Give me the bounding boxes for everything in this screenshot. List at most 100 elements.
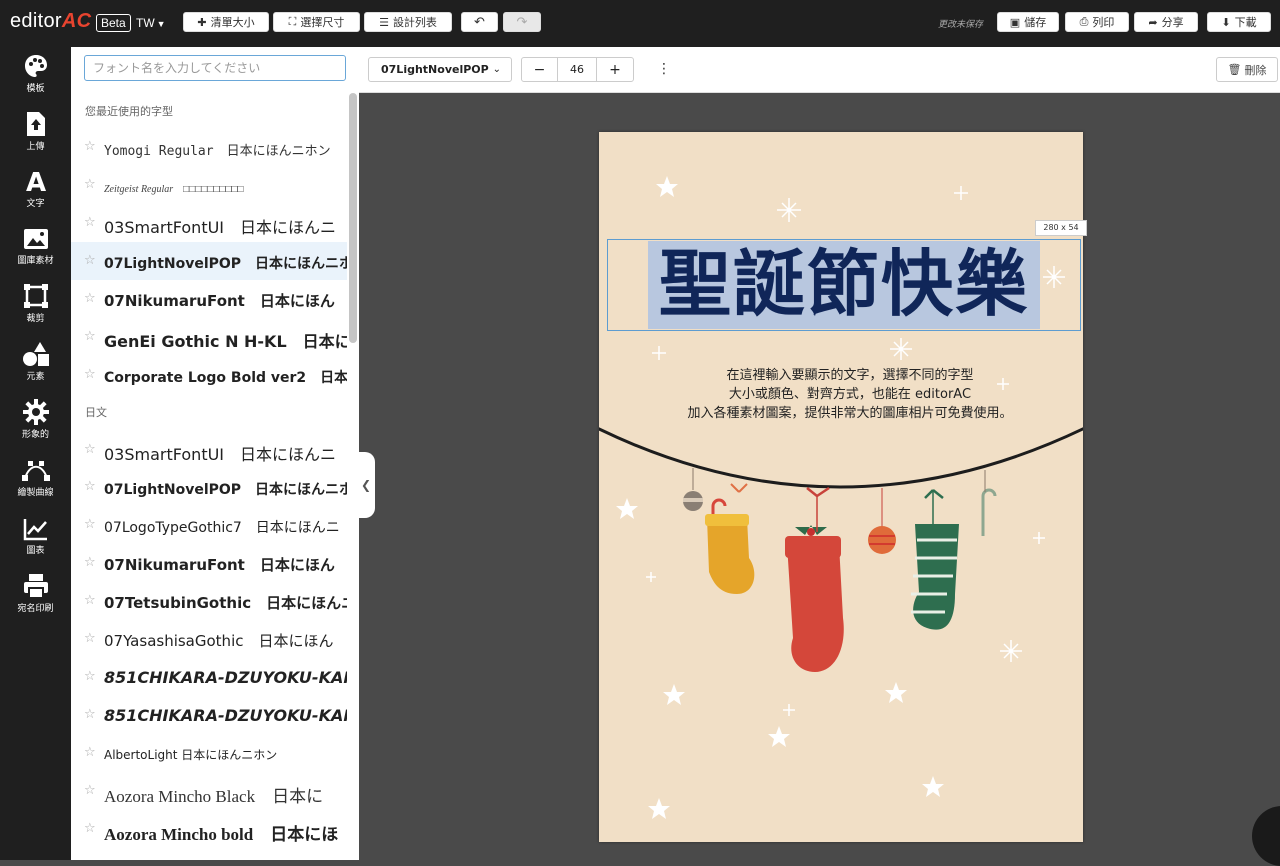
star-icon[interactable]: ☆ <box>84 367 96 382</box>
font-item[interactable]: ☆ 851CHIKARA-DZUYOKU-KANA <box>71 658 347 696</box>
sidebar-item-crop[interactable]: 裁剪 <box>0 283 71 324</box>
font-item[interactable]: ☆ 03SmartFontUI 日本にほんニ <box>71 431 347 469</box>
font-item[interactable]: ☆ 07LogoTypeGothic7 日本にほんニ <box>71 506 347 544</box>
share-button[interactable]: ➦ 分享 <box>1134 12 1198 32</box>
sidebar-item-draw-curve[interactable]: 繪製曲線 <box>0 459 71 498</box>
star-icon[interactable]: ☆ <box>84 631 96 646</box>
select-size-label: 選擇尺寸 <box>300 16 345 29</box>
sidebar-label: 圖庫素材 <box>17 256 54 266</box>
sidebar-item-image-effects[interactable]: 形象的 <box>0 399 71 440</box>
font-item-label: GenEi Gothic N H-KL 日本に <box>104 332 347 351</box>
star-icon[interactable]: ☆ <box>84 177 96 192</box>
gear-icon <box>22 399 49 425</box>
star-icon[interactable]: ☆ <box>84 215 96 230</box>
star-icon[interactable]: ☆ <box>84 139 96 154</box>
save-button[interactable]: ▣ 儲存 <box>997 12 1059 32</box>
language-select[interactable]: TW ▼ <box>136 16 166 30</box>
sidebar-label: 元素 <box>26 372 45 382</box>
star-icon[interactable]: ☆ <box>84 783 96 798</box>
star-icon[interactable]: ☆ <box>84 479 96 494</box>
delete-button[interactable]: 🗑 刪除 <box>1216 57 1278 82</box>
star-icon[interactable]: ☆ <box>84 593 96 608</box>
font-item[interactable]: ☆ Zeitgeist Regular □□□□□□□□□□ <box>71 166 347 204</box>
font-family-select[interactable]: 07LightNovelPOP ⌄ <box>368 57 512 82</box>
font-item[interactable]: ☆ Yomogi Regular 日本にほんニホン <box>71 128 347 166</box>
undo-button[interactable]: ↶ <box>461 12 498 32</box>
sidebar-label: 上傳 <box>26 142 45 152</box>
collapse-panel-button[interactable]: ❮ <box>357 452 375 518</box>
font-item-label: 03SmartFontUI 日本にほんニ <box>104 445 337 464</box>
font-item[interactable]: ☆ 07LightNovelPOP 日本にほんニホ <box>71 468 347 506</box>
editorac-logo[interactable]: editorAC <box>10 10 91 33</box>
font-item-selected[interactable]: ☆ 07LightNovelPOP 日本にほんニホ <box>71 242 347 280</box>
star-icon[interactable]: ☆ <box>84 442 96 457</box>
font-item-label: 07NikumaruFont 日本にほん <box>104 292 335 310</box>
font-item[interactable]: ☆ 07NikumaruFont 日本にほん <box>71 544 347 582</box>
left-icon-bar: 模板 上傳 A 文字 圖庫素材 裁剪 元素 形象的 繪製曲線 圖表 宛名印刷 <box>0 47 71 860</box>
select-size-button[interactable]: ⛶ 選擇尺寸 <box>273 12 360 32</box>
font-search-input[interactable]: フォント名を入力してください <box>84 55 346 81</box>
star-icon[interactable]: ☆ <box>84 555 96 570</box>
font-item[interactable]: ☆ GenEi Gothic N H-KL 日本に <box>71 318 347 356</box>
font-item-label: 07YasashisaGothic 日本にほん <box>104 632 334 650</box>
share-label: 分享 <box>1161 16 1184 29</box>
selection-box[interactable] <box>607 239 1081 331</box>
canvas-body-text[interactable]: 在這裡輸入要顯示的文字，選擇不同的字型 大小或顏色、對齊方式，也能在 edito… <box>600 366 1100 423</box>
font-item[interactable]: ☆ Aozora Mincho bold 日本にほ <box>71 810 347 848</box>
font-item[interactable]: ☆ 07YasashisaGothic 日本にほん <box>71 620 347 658</box>
minus-icon: − <box>533 61 546 78</box>
print-button[interactable]: ⎙ 列印 <box>1065 12 1129 32</box>
design-list-button[interactable]: ☰ 設計列表 <box>364 12 452 32</box>
printer-icon: ⎙ <box>1079 15 1089 28</box>
plus-icon: ✚ <box>197 15 207 29</box>
font-item-label: 07LightNovelPOP 日本にほんニホ <box>104 482 347 498</box>
sidebar-item-stock-images[interactable]: 圖庫素材 <box>0 227 71 266</box>
help-chat-button[interactable] <box>1252 806 1280 866</box>
font-item[interactable]: ☆ AlbertoLight 日本にほんニホン <box>71 734 347 772</box>
font-item[interactable]: ☆ Aozora Mincho Black 日本に <box>71 772 347 810</box>
resize-button[interactable]: ✚ 清單大小 <box>183 12 269 32</box>
body-line: 在這裡輸入要顯示的文字，選擇不同的字型 <box>726 368 974 383</box>
save-label: 儲存 <box>1024 16 1047 29</box>
font-item-label: 07TetsubinGothic 日本にほんニ <box>104 594 347 612</box>
redo-button[interactable]: ↷ <box>503 12 541 32</box>
font-item[interactable]: ☆ 07NikumaruFont 日本にほん <box>71 280 347 318</box>
expand-icon: ⛶ <box>288 15 297 28</box>
more-options-icon[interactable]: ⋮ <box>657 61 671 77</box>
font-size-decrease-button[interactable]: − <box>521 57 558 82</box>
star-icon[interactable]: ☆ <box>84 253 96 268</box>
font-item-label: 07NikumaruFont 日本にほん <box>104 556 335 574</box>
star-icon[interactable]: ☆ <box>84 821 96 836</box>
star-icon[interactable]: ☆ <box>84 707 96 722</box>
delete-label: 刪除 <box>1244 63 1267 77</box>
star-icon[interactable]: ☆ <box>84 291 96 306</box>
sidebar-label: 圖表 <box>26 546 45 556</box>
font-item[interactable]: ☆ Corporate Logo Bold ver2 日本に <box>71 356 347 394</box>
font-size-input[interactable]: 46 <box>557 57 597 82</box>
chevron-left-icon: ❮ <box>360 478 372 492</box>
sidebar-item-address-print[interactable]: 宛名印刷 <box>0 573 71 614</box>
font-item[interactable]: ☆ 07TetsubinGothic 日本にほんニ <box>71 582 347 620</box>
palette-icon <box>24 55 47 77</box>
star-icon[interactable]: ☆ <box>84 329 96 344</box>
star-icon[interactable]: ☆ <box>84 517 96 532</box>
download-button[interactable]: ⬇ 下載 <box>1207 12 1271 32</box>
text-edit-toolbar: 07LightNovelPOP ⌄ − 46 + ⋮ 🗑 刪除 <box>359 47 1280 93</box>
trash-icon: 🗑 <box>1227 63 1242 76</box>
sidebar-item-text[interactable]: A 文字 <box>0 168 71 209</box>
sidebar-item-templates[interactable]: 模板 <box>0 53 71 94</box>
font-size-increase-button[interactable]: + <box>596 57 634 82</box>
star-icon[interactable]: ☆ <box>84 745 96 760</box>
sidebar-item-elements[interactable]: 元素 <box>0 341 71 382</box>
font-item[interactable]: ☆ 03SmartFontUI 日本にほんニ <box>71 204 347 242</box>
sidebar-item-charts[interactable]: 圖表 <box>0 517 71 556</box>
star-icon[interactable]: ☆ <box>84 669 96 684</box>
font-list-scrollbar[interactable] <box>349 93 357 343</box>
sidebar-item-upload[interactable]: 上傳 <box>0 111 71 152</box>
font-family-value: 07LightNovelPOP <box>381 63 489 76</box>
font-item[interactable]: ☆ 851CHIKARA-DZUYOKU-KANA <box>71 696 347 734</box>
ornament-ball <box>868 526 896 554</box>
logo-accent: AC <box>61 10 92 32</box>
sidebar-label: 文字 <box>26 199 45 209</box>
curve-icon <box>21 461 50 481</box>
